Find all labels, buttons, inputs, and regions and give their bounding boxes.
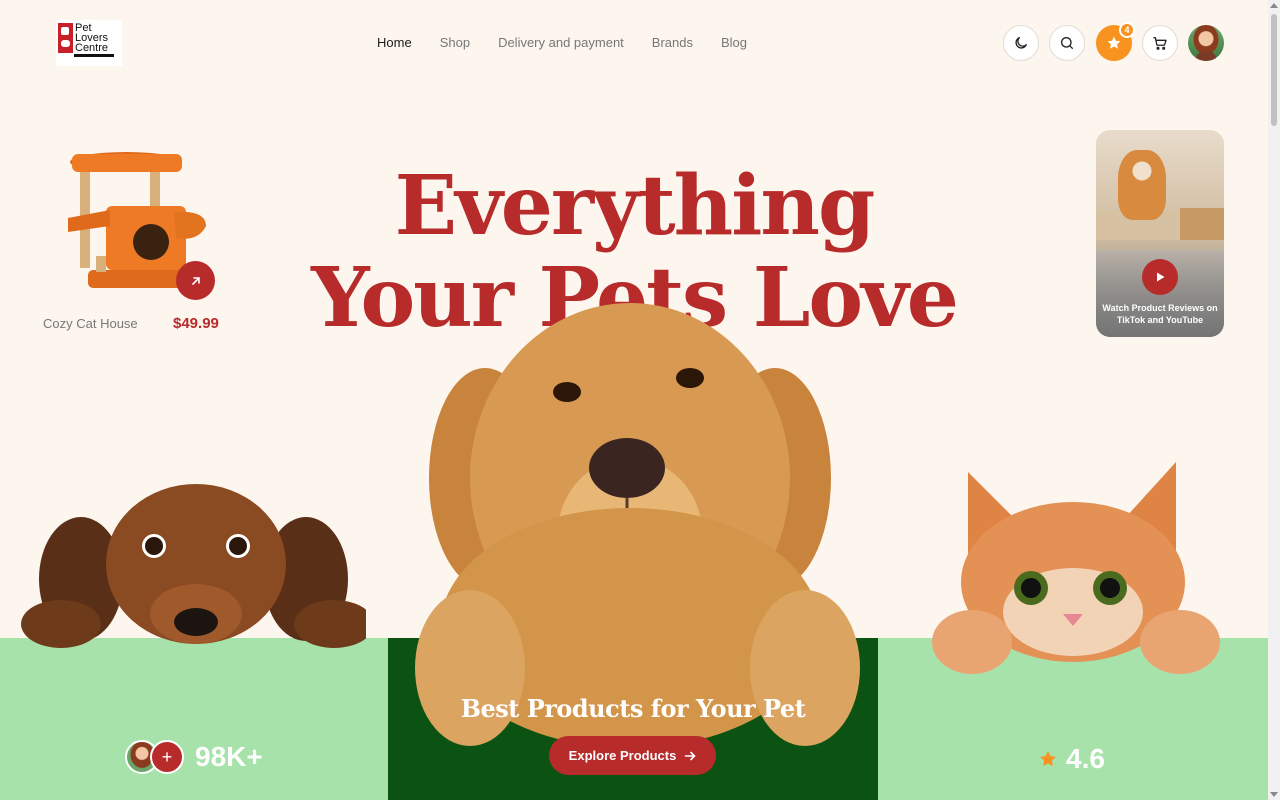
box-image	[1180, 208, 1224, 240]
moon-icon	[1015, 37, 1027, 49]
play-icon	[1157, 272, 1165, 282]
ginger-cat-image	[932, 462, 1220, 674]
cart-icon	[1153, 37, 1167, 50]
user-avatar[interactable]	[1188, 25, 1224, 61]
main-nav: Home Shop Delivery and payment Brands Bl…	[377, 34, 747, 51]
video-card-text: Watch Product Reviews on TikTok and YouT…	[1102, 303, 1218, 325]
golden-retriever-image	[415, 303, 860, 748]
arrow-right-icon	[685, 751, 696, 760]
star-icon	[1107, 36, 1121, 49]
search-icon	[1061, 37, 1073, 49]
shiba-dog-image	[1118, 150, 1166, 220]
favorites-button[interactable]: 4	[1096, 22, 1135, 61]
scroll-up-icon[interactable]	[1270, 3, 1278, 8]
dachshund-image	[21, 484, 366, 648]
nav-delivery-payment[interactable]: Delivery and payment	[498, 34, 624, 51]
nav-blog[interactable]: Blog	[721, 34, 747, 51]
logo[interactable]: Pet Lovers Centre	[56, 20, 122, 66]
cta-title: Best Products for Your Pet	[460, 694, 806, 723]
join-button[interactable]: +	[150, 740, 184, 774]
favorites-count-badge: 4	[1119, 22, 1135, 38]
nav-home[interactable]: Home	[377, 34, 412, 51]
explore-button-label: Explore Products	[568, 748, 677, 763]
star-icon	[1040, 751, 1056, 767]
site-header: Pet Lovers Centre Home Shop Delivery and…	[0, 0, 1268, 86]
logo-mark-icon	[58, 23, 73, 53]
logo-text-line3: Centre	[75, 42, 109, 54]
customer-count: 98K+	[195, 741, 263, 772]
theme-toggle-button[interactable]	[1003, 25, 1039, 61]
arrow-up-right-icon	[191, 276, 200, 285]
explore-products-button[interactable]: Explore Products	[549, 736, 716, 775]
scroll-down-icon[interactable]	[1270, 792, 1278, 797]
scrollbar-thumb[interactable]	[1271, 14, 1277, 126]
customers-panel	[0, 638, 388, 800]
video-review-card[interactable]: Watch Product Reviews on TikTok and YouT…	[1096, 130, 1224, 337]
logo-divider	[74, 54, 114, 57]
product-price: $49.99	[173, 315, 219, 332]
product-name: Cozy Cat House	[43, 316, 138, 331]
page-scrollbar[interactable]	[1268, 0, 1280, 800]
nav-brands[interactable]: Brands	[652, 34, 693, 51]
cart-button[interactable]	[1142, 25, 1178, 61]
search-button[interactable]	[1049, 25, 1085, 61]
nav-shop[interactable]: Shop	[440, 34, 470, 51]
product-open-button[interactable]	[176, 261, 215, 300]
play-button[interactable]	[1142, 259, 1178, 295]
featured-product-card[interactable]: Cozy Cat House $49.99	[42, 140, 232, 340]
rating-display: 4.6	[1038, 743, 1105, 775]
rating-value: 4.6	[1066, 743, 1105, 774]
